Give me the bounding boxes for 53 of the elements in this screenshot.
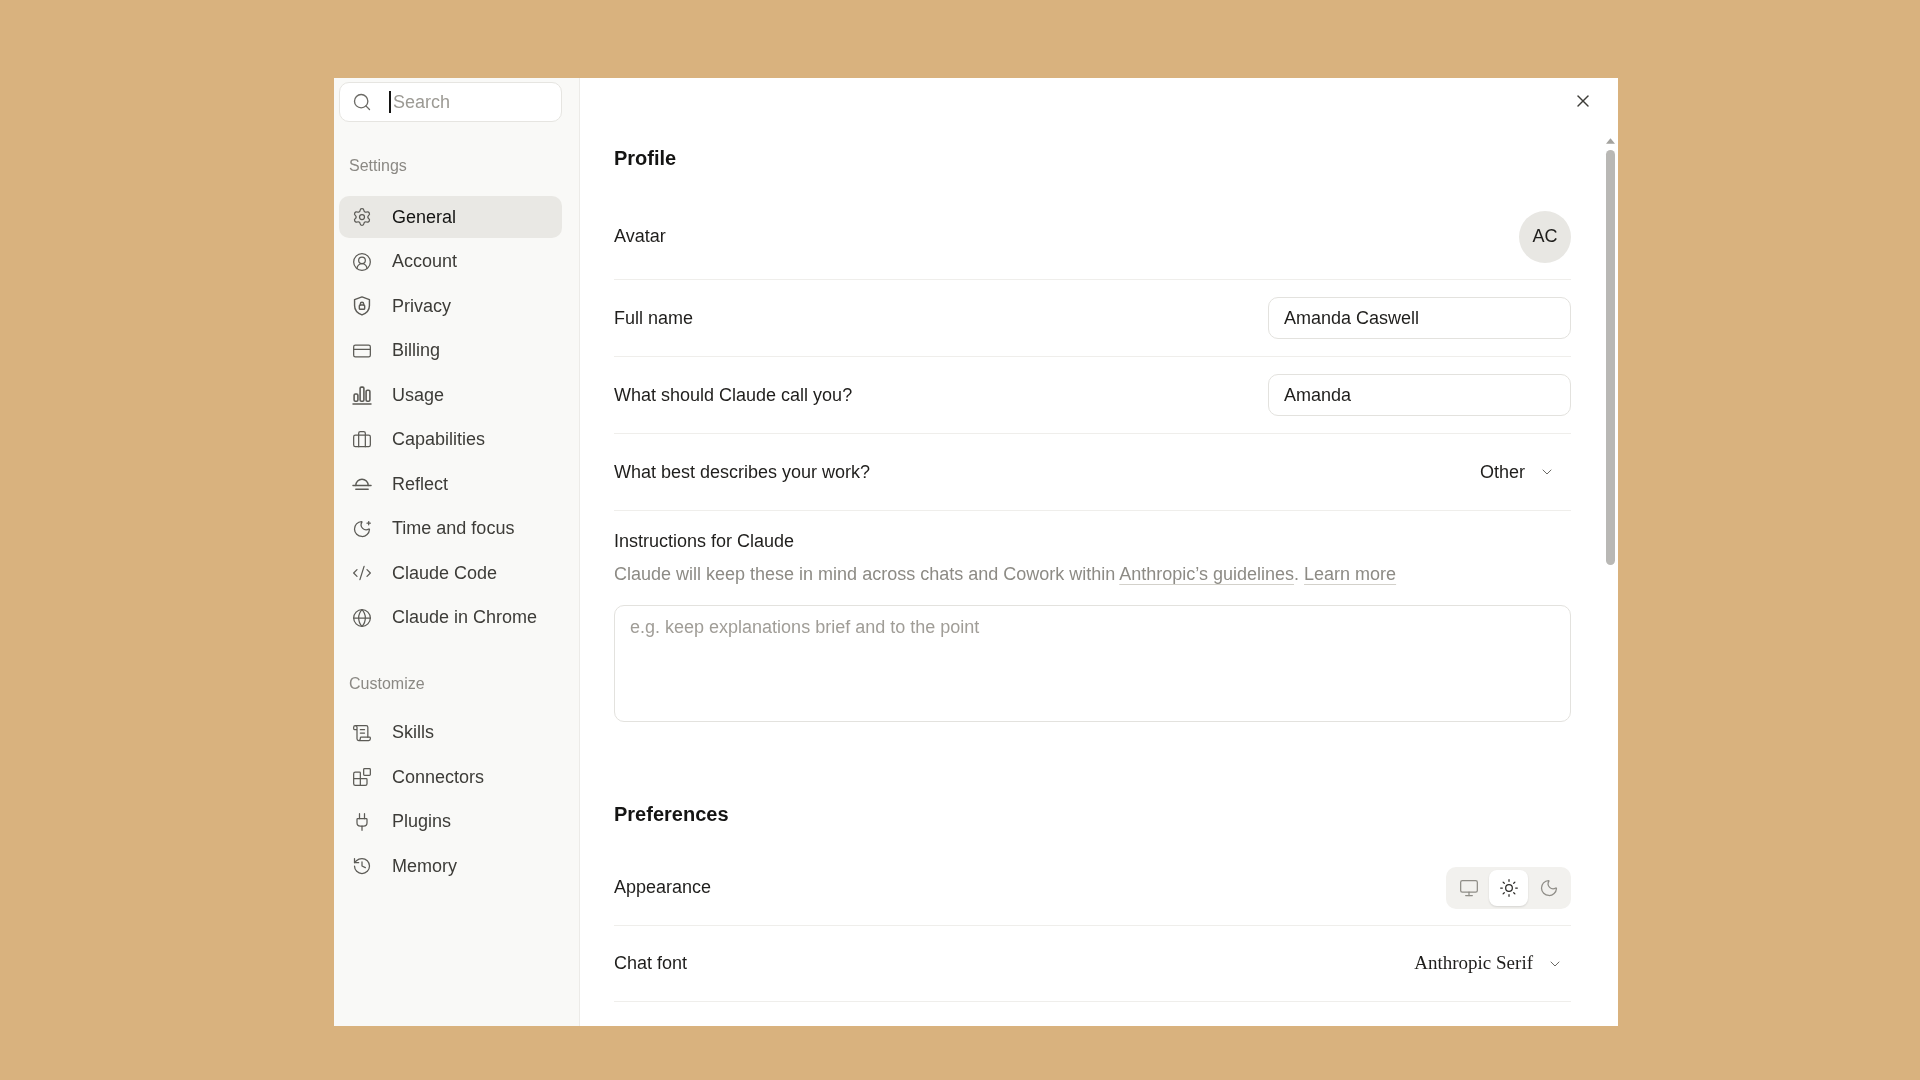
sidebar-item[interactable]: Connectors	[339, 756, 562, 798]
blocks-icon	[352, 767, 372, 787]
gear-icon	[352, 207, 372, 227]
sidebar-item[interactable]: Reflect	[339, 463, 562, 505]
field-label: What should Claude call you?	[614, 383, 853, 407]
field-label: Chat font	[614, 952, 688, 975]
shield-lock-icon	[352, 296, 372, 316]
sidebar-item[interactable]: Time and focus	[339, 507, 562, 550]
sidebar-section-label: Customize	[348, 673, 426, 694]
scroll-arrow-icon[interactable]	[1605, 138, 1615, 144]
bar-chart-icon	[352, 385, 372, 405]
scroll-icon	[352, 722, 372, 743]
sun-icon	[1498, 877, 1519, 898]
sidebar-item[interactable]: Account	[339, 240, 562, 283]
text-input[interactable]: Amanda	[1268, 374, 1571, 416]
instructions-description: Claude will keep these in mind across chats and Cowork within Anthropic’s guidelines. Learn more	[614, 563, 1397, 585]
section-heading: Preferences	[614, 802, 729, 826]
theme-option[interactable]	[1489, 869, 1528, 906]
sidebar-item[interactable]: Plugins	[339, 800, 562, 843]
sidebar-item[interactable]: Claude in Chrome	[339, 596, 562, 639]
sidebar-item[interactable]: Skills	[339, 711, 562, 754]
sidebar-section-label: Settings	[348, 156, 408, 176]
text-link[interactable]: Anthropic’s guidelines	[1119, 564, 1295, 584]
search-icon	[352, 92, 372, 112]
scrollbar-thumb[interactable]	[1605, 150, 1615, 565]
sidebar-item[interactable]: General	[339, 196, 562, 238]
text-input[interactable]: Amanda Caswell	[1268, 297, 1571, 339]
section-heading: Profile	[614, 146, 677, 170]
avatar: AC	[1519, 210, 1571, 263]
briefcase-icon	[352, 429, 372, 450]
moon-star-icon	[352, 518, 372, 539]
sidebar-item[interactable]: Usage	[339, 374, 562, 416]
sidebar-item[interactable]: Privacy	[339, 285, 562, 327]
moon-icon	[1538, 877, 1559, 898]
sidebar-item[interactable]: Capabilities	[339, 418, 562, 461]
dropdown-button[interactable]: Other	[1479, 458, 1571, 486]
sidebar-item[interactable]: Claude Code	[339, 552, 562, 594]
history-icon	[352, 856, 372, 876]
sidebar-item[interactable]: Billing	[339, 329, 562, 372]
text-link[interactable]: Learn more	[1304, 564, 1397, 584]
sidebar-item[interactable]: Memory	[339, 845, 562, 887]
search-field[interactable]: Search	[339, 82, 562, 122]
field-label: Avatar	[614, 225, 666, 248]
code-icon	[352, 563, 372, 583]
user-circle-icon	[352, 251, 372, 272]
monitor-icon	[1458, 877, 1479, 898]
field-label: Appearance	[614, 876, 712, 899]
field-label: Full name	[614, 306, 694, 330]
field-label: Instructions for Claude	[614, 531, 795, 551]
globe-icon	[352, 607, 372, 628]
dropdown-button[interactable]: Anthropic Serif	[1414, 949, 1571, 978]
instructions-textarea[interactable]: e.g. keep explanations brief and to the point	[614, 605, 1571, 722]
field-label: What best describes your work?	[614, 460, 871, 484]
